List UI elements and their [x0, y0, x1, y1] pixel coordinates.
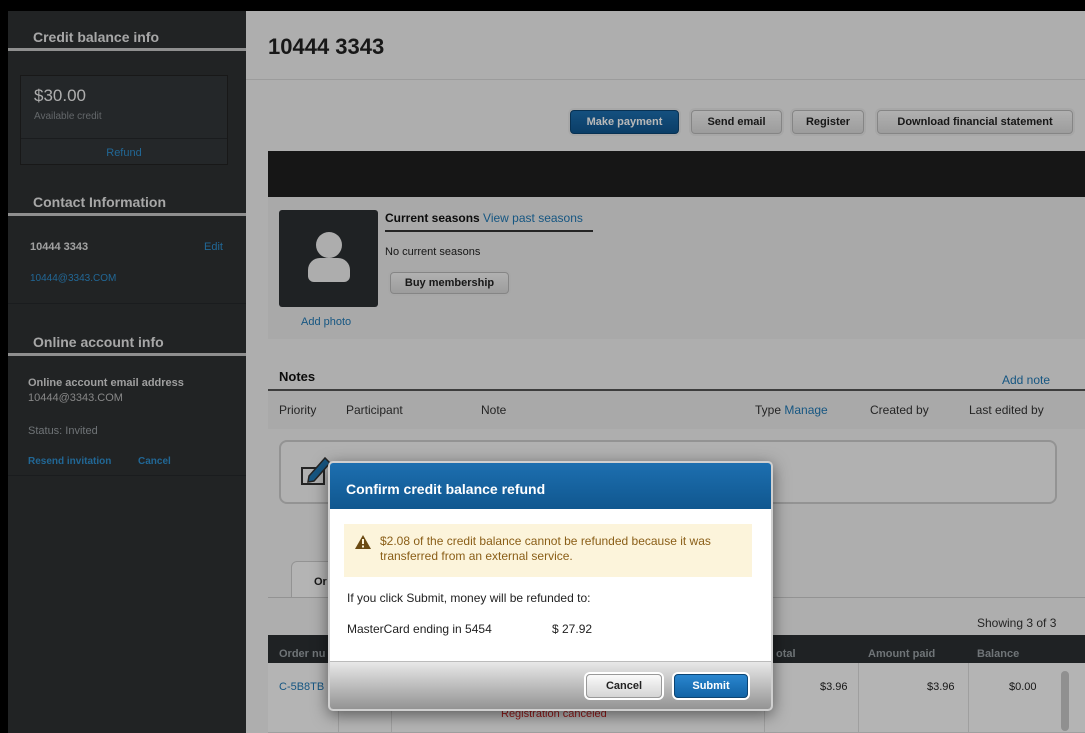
refund-destination-text: If you click Submit, money will be refun…	[347, 591, 591, 605]
app-window: Credit balance info $30.00 Available cre…	[8, 11, 1085, 733]
confirm-refund-dialog: Confirm credit balance refund $2.08 of t…	[328, 461, 773, 711]
submit-button[interactable]: Submit	[674, 674, 748, 698]
warning-icon	[355, 535, 371, 549]
refund-amount: $ 27.92	[552, 622, 593, 636]
warning-text: $2.08 of the credit balance cannot be re…	[380, 534, 711, 563]
card-label: MasterCard ending in 5454	[347, 622, 492, 636]
warning-banner: $2.08 of the credit balance cannot be re…	[344, 524, 752, 577]
dialog-footer: Cancel Submit	[330, 661, 771, 709]
dialog-title: Confirm credit balance refund	[330, 463, 771, 509]
cancel-button[interactable]: Cancel	[586, 674, 662, 698]
